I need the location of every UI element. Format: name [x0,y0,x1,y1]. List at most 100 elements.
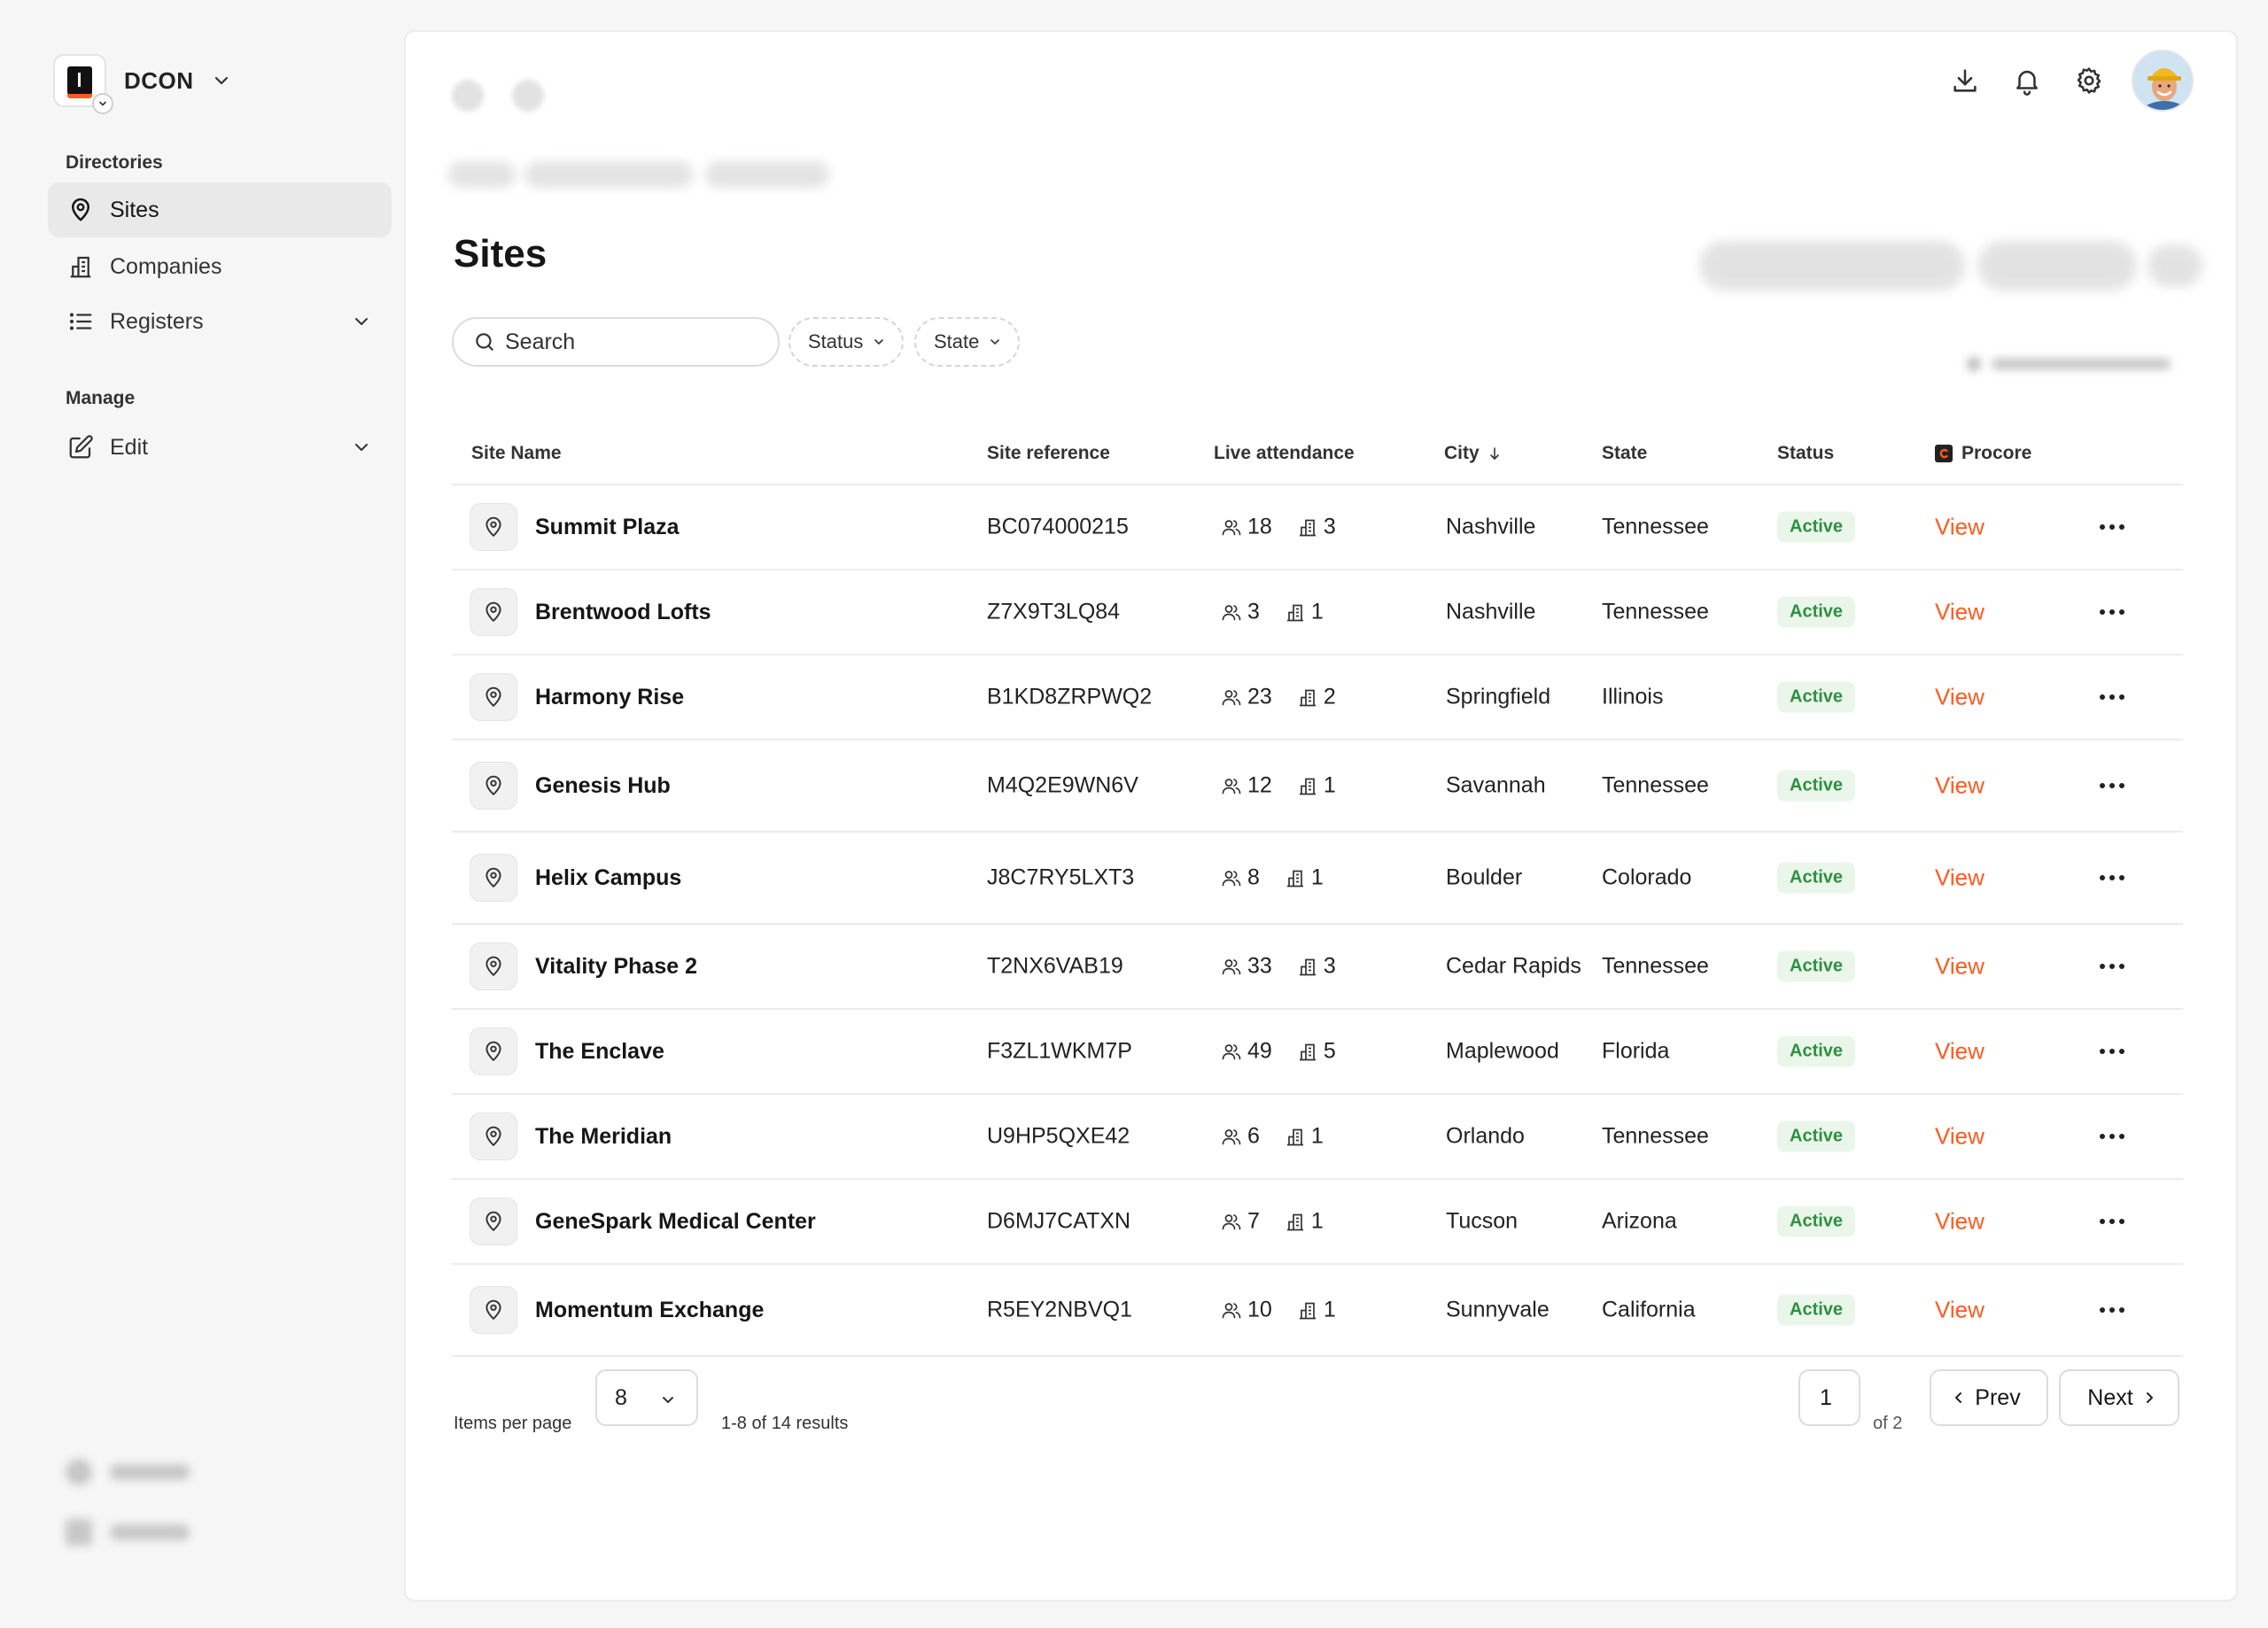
table-row[interactable]: The Meridian U9HP5QXE42 6 1 Orlando Tenn… [452,1095,2183,1180]
site-name[interactable]: Helix Campus [535,865,681,891]
procore-view-link[interactable]: View [1935,684,1984,711]
download-icon[interactable] [1946,61,1984,100]
procore-cell: View [1935,1297,1984,1324]
building-icon [66,252,96,282]
chevron-down-icon [92,93,113,114]
site-name-cell: Genesis Hub [470,762,671,810]
procore-view-link[interactable]: View [1935,1297,1984,1324]
city-cell: Tucson [1446,1208,1518,1234]
state-cell: Tennessee [1602,599,1709,624]
site-name[interactable]: Vitality Phase 2 [535,954,697,980]
state-cell: California [1602,1297,1696,1322]
row-actions-button[interactable] [2094,1306,2130,1314]
site-name[interactable]: GeneSpark Medical Center [535,1209,816,1235]
col-city[interactable]: City [1444,443,1503,464]
status-badge: Active [1777,1035,1856,1067]
procore-cell: View [1935,953,1984,981]
col-site-name[interactable]: Site Name [471,443,562,464]
row-actions-button[interactable] [2094,523,2130,531]
city-cell: Orlando [1446,1123,1525,1149]
table-row[interactable]: Brentwood Lofts Z7X9T3LQ84 3 1 Nashville… [452,570,2183,655]
avatar[interactable] [2132,50,2194,112]
org-switcher[interactable]: DCON [53,51,231,114]
site-name[interactable]: Harmony Rise [535,685,684,710]
procore-view-link[interactable]: View [1935,1123,1984,1151]
state-filter-button[interactable]: State [914,317,1021,367]
site-name[interactable]: The Enclave [535,1039,664,1065]
search-icon [473,330,496,353]
people-count: 33 [1247,953,1272,979]
row-actions-button[interactable] [2094,694,2130,701]
procore-view-link[interactable]: View [1935,864,1984,892]
users-icon [1221,1126,1242,1147]
table-row[interactable]: Genesis Hub M4Q2E9WN6V 12 1 Savannah Ten… [452,740,2183,833]
people-count: 10 [1247,1297,1272,1322]
chevron-left-icon [1950,1389,1968,1407]
table-row[interactable]: Momentum Exchange R5EY2NBVQ1 10 1 Sunnyv… [452,1265,2183,1357]
sidebar-item-sites[interactable]: Sites [48,182,392,237]
live-attendance-cell: 33 3 [1221,954,1336,980]
sidebar-item-registers[interactable]: Registers [48,294,392,349]
procore-cell: View [1935,514,1984,541]
procore-view-link[interactable]: View [1935,599,1984,626]
procore-view-link[interactable]: View [1935,514,1984,541]
state-cell: Colorado [1602,864,1692,890]
status-filter-button[interactable]: Status [788,317,905,367]
table-row[interactable]: Summit Plaza BC074000215 18 3 Nashville … [452,485,2183,570]
row-actions-button[interactable] [2094,1133,2130,1140]
col-city-label: City [1444,443,1480,463]
bell-icon[interactable] [2008,61,2047,100]
table-row[interactable]: GeneSpark Medical Center D6MJ7CATXN 7 1 … [452,1180,2183,1265]
col-site-reference[interactable]: Site reference [987,443,1110,464]
procore-cell: View [1935,599,1984,626]
blurred-header-button [1977,241,2137,291]
gear-icon[interactable] [2070,61,2109,100]
table-row[interactable]: Vitality Phase 2 T2NX6VAB19 33 3 Cedar R… [452,925,2183,1010]
row-actions-button[interactable] [2094,782,2130,789]
map-pin-icon [470,588,517,636]
users-icon [1221,1299,1242,1321]
procore-view-link[interactable]: View [1935,772,1984,800]
items-per-page-label: Items per page [454,1414,572,1433]
row-actions-button[interactable] [2094,874,2130,881]
table-row[interactable]: Harmony Rise B1KD8ZRPWQ2 23 2 Springfiel… [452,655,2183,740]
col-live-attendance[interactable]: Live attendance [1214,443,1355,464]
site-name[interactable]: Brentwood Lofts [535,600,711,625]
table-row[interactable]: Helix Campus J8C7RY5LXT3 8 1 Boulder Col… [452,833,2183,925]
site-name[interactable]: Genesis Hub [535,773,671,799]
col-state[interactable]: State [1602,443,1647,464]
live-attendance-cell: 7 1 [1221,1209,1324,1235]
search-input[interactable] [505,329,762,355]
city-cell: Maplewood [1446,1038,1559,1064]
items-per-page-select[interactable]: 8 [595,1369,698,1426]
company-count: 1 [1323,772,1336,798]
prev-button[interactable]: Prev [1930,1369,2048,1426]
site-name[interactable]: Momentum Exchange [535,1298,764,1323]
row-actions-button[interactable] [2094,963,2130,970]
search-field[interactable] [452,317,780,367]
building-icon [1285,1126,1306,1147]
table-row[interactable]: The Enclave F3ZL1WKM7P 49 5 Maplewood Fl… [452,1010,2183,1095]
row-actions-button[interactable] [2094,1048,2130,1055]
procore-view-link[interactable]: View [1935,1208,1984,1236]
city-cell: Cedar Rapids [1446,953,1581,979]
procore-view-link[interactable]: View [1935,1038,1984,1066]
map-pin-icon [470,942,517,990]
procore-view-link[interactable]: View [1935,953,1984,981]
site-name[interactable]: The Meridian [535,1124,672,1150]
page-number-input[interactable]: 1 [1798,1369,1860,1426]
chevron-down-icon [351,437,372,458]
next-label: Next [2087,1384,2133,1410]
col-status[interactable]: Status [1777,443,1834,464]
status-badge: Active [1777,596,1856,628]
sidebar-item-companies[interactable]: Companies [48,239,392,294]
sidebar-item-edit[interactable]: Edit [48,420,392,475]
site-name[interactable]: Summit Plaza [535,515,680,540]
live-attendance-cell: 49 5 [1221,1039,1336,1065]
col-procore: Procore [1935,443,2031,464]
next-button[interactable]: Next [2059,1369,2179,1426]
row-actions-button[interactable] [2094,609,2130,616]
people-count: 23 [1247,684,1272,709]
people-count: 12 [1247,772,1272,798]
row-actions-button[interactable] [2094,1218,2130,1225]
